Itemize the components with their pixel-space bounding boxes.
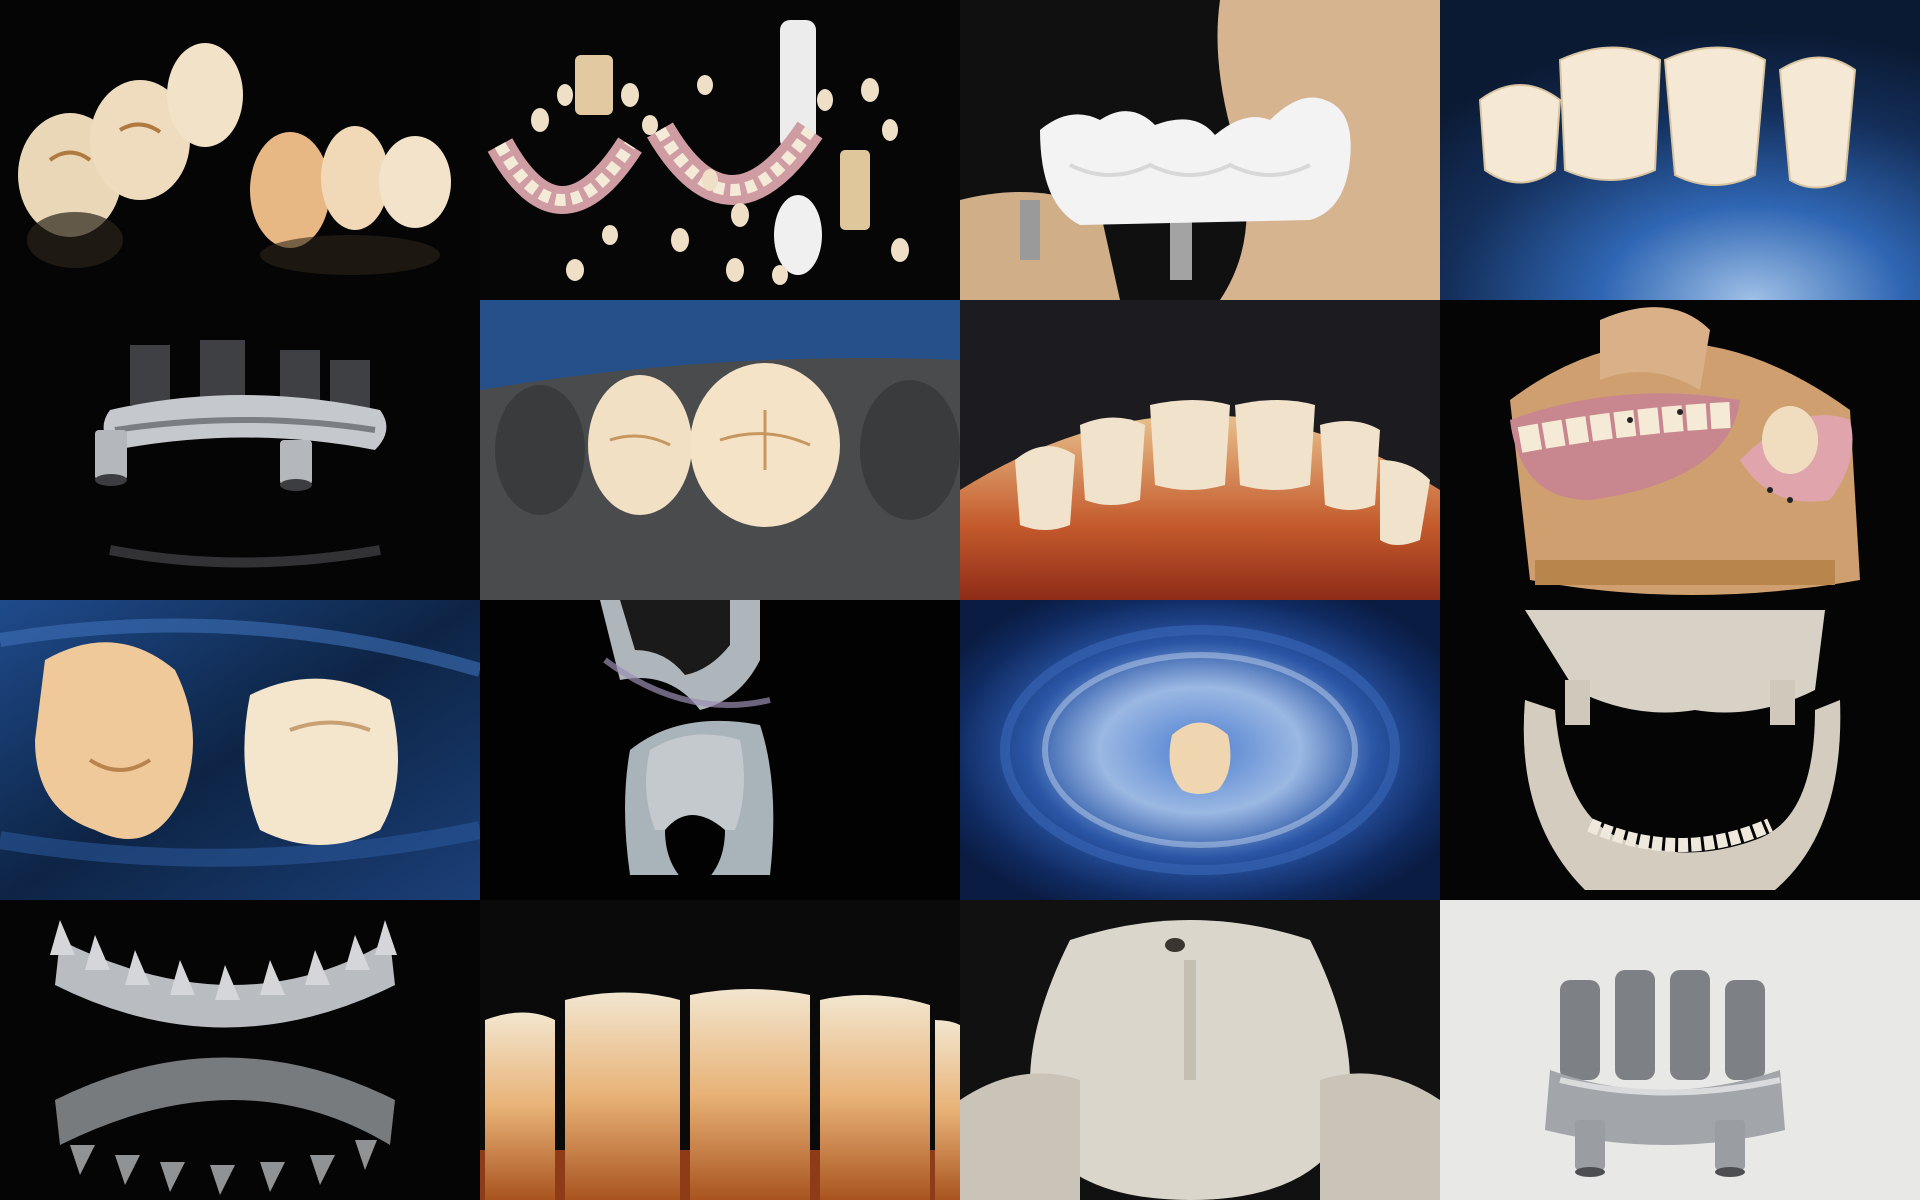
zirconia-bridge-photo	[960, 0, 1440, 300]
anterior-translucency-photo	[960, 300, 1440, 600]
tile-maxilla-model	[960, 900, 1440, 1200]
molar-crown-light	[244, 678, 398, 845]
metal-framework-reflection-photo	[0, 900, 480, 1200]
anterior-closeup-photo	[480, 900, 960, 1200]
premolar-crown	[588, 375, 692, 515]
articulator-photo	[1440, 300, 1920, 600]
ceramic-block	[575, 55, 613, 115]
tile-two-molar-crowns-on-agate	[0, 600, 480, 900]
skull-model-photo	[1440, 600, 1920, 900]
metal-framework-white-photo	[1440, 900, 1920, 1200]
tile-two-crowns-on-gray-model	[480, 300, 960, 600]
maxilla-model-photo	[960, 900, 1440, 1200]
tile-zirconia-bridge-on-model	[960, 0, 1440, 300]
tile-anterior-teeth-translucency	[960, 300, 1440, 600]
tile-denture-on-articulator	[1440, 300, 1920, 600]
photo-collage-grid	[0, 0, 1920, 1200]
tile-crown-on-agate-slice	[960, 600, 1440, 900]
tile-anterior-teeth-closeup	[480, 900, 960, 1200]
veneers-photo	[1440, 0, 1920, 300]
tile-metal-framework-reflection	[0, 900, 480, 1200]
tile-four-veneers-on-agate	[1440, 0, 1920, 300]
single-crown	[1169, 722, 1231, 794]
metal-bar-photo	[0, 300, 480, 600]
tile-metal-implant-bar	[0, 300, 480, 600]
ceramic-bridges-photo	[0, 0, 480, 300]
tile-tooth-cross-section	[480, 600, 960, 900]
tile-ceramic-posterior-bridges	[0, 0, 480, 300]
crowns-gray-model-photo	[480, 300, 960, 600]
tooth-section-photo	[480, 600, 960, 900]
tile-skull-model	[1440, 600, 1920, 900]
molar-crowns-agate-photo	[0, 600, 480, 900]
right-bridge	[250, 126, 451, 275]
tile-metal-framework-white-bg	[1440, 900, 1920, 1200]
tile-denture-teeth-and-blocks	[480, 0, 960, 300]
denture-teeth-photo	[480, 0, 960, 300]
crown-agate-photo	[960, 600, 1440, 900]
